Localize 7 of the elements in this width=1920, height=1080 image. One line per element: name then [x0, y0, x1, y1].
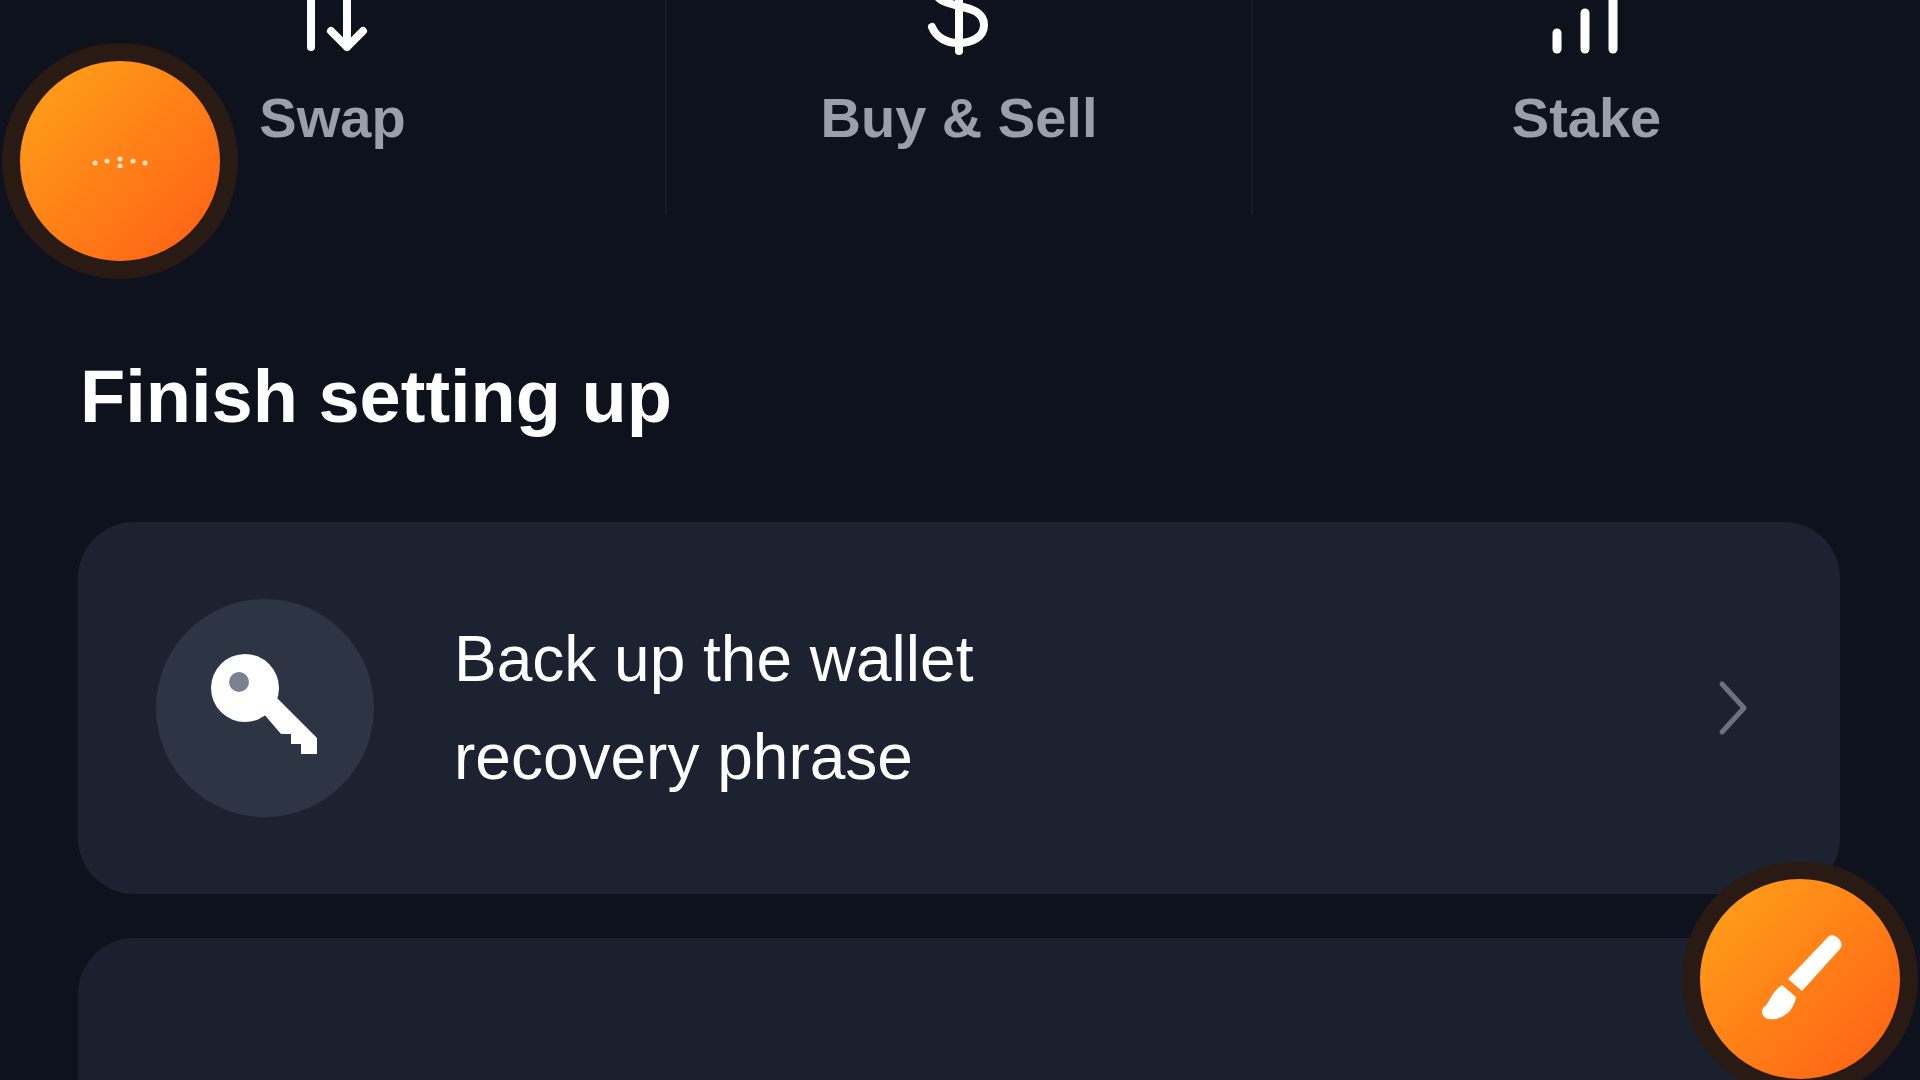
action-label[interactable]: Buy & Sell — [820, 85, 1098, 150]
chevron-right-icon — [1718, 680, 1748, 736]
action-label[interactable]: Stake — [1511, 85, 1662, 150]
dots-icon — [90, 154, 150, 168]
task-card[interactable]: Back up the wallet recovery phrase — [78, 522, 1840, 894]
action-label[interactable]: Swap — [259, 85, 406, 150]
task-title: Back up the wallet recovery phrase — [454, 622, 975, 795]
